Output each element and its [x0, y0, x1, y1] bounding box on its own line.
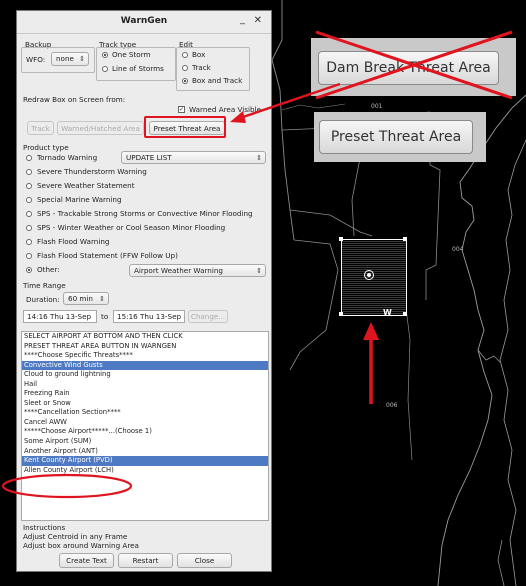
annotation-overlay [1, 30, 513, 499]
preset-button-highlight [144, 116, 226, 138]
